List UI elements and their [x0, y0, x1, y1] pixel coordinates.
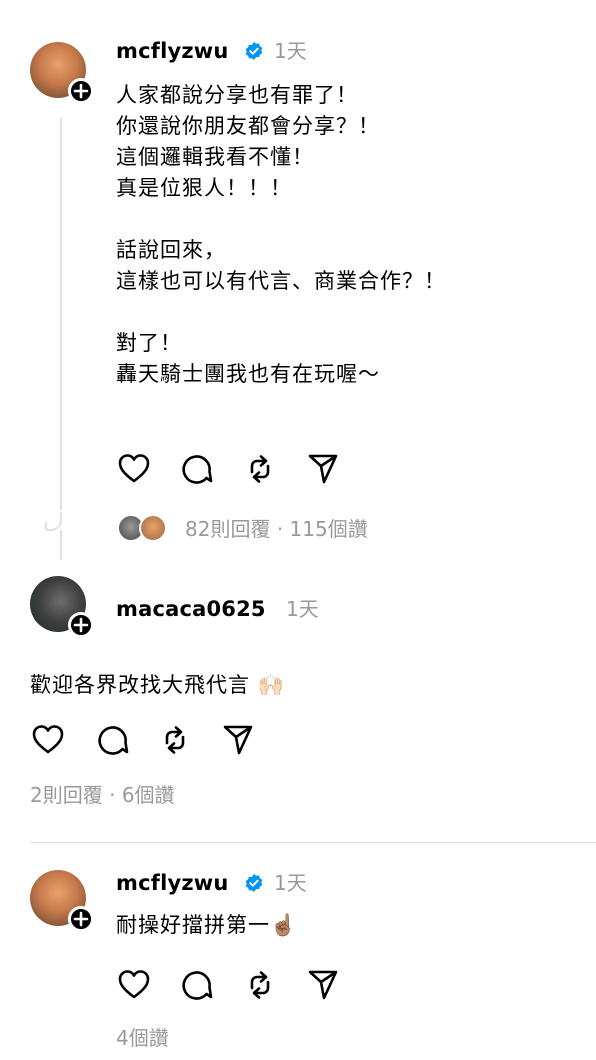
- post-time: 1天: [286, 597, 319, 621]
- like-button[interactable]: [117, 968, 151, 1002]
- reply-button[interactable]: [96, 723, 130, 757]
- follow-plus-button[interactable]: [68, 906, 94, 932]
- avatar: [139, 514, 167, 542]
- post-body: 人家都說分享也有罪了！ 你還說你朋友都會分享？！ 這個邏輯我看不懂！ 真是位狠人…: [116, 83, 446, 386]
- post-stats: 82則回覆 · 115個讚: [185, 516, 368, 542]
- like-button[interactable]: [31, 723, 65, 757]
- reply-button[interactable]: [180, 968, 214, 1002]
- share-button[interactable]: [221, 723, 255, 757]
- like-count[interactable]: 115個讚: [290, 517, 368, 541]
- share-button[interactable]: [306, 968, 340, 1002]
- plus-icon: [73, 617, 89, 633]
- divider: [30, 842, 596, 843]
- follow-plus-button[interactable]: [68, 78, 94, 104]
- share-button[interactable]: [306, 452, 340, 486]
- plus-icon: [73, 911, 89, 927]
- post-body: 耐操好擋拼第一☝🏽: [116, 913, 298, 937]
- reply-count[interactable]: 82則回覆: [185, 517, 270, 541]
- plus-icon: [73, 83, 89, 99]
- repost-button[interactable]: [158, 723, 192, 757]
- like-button[interactable]: [117, 452, 151, 486]
- post-body: 歡迎各界改找大飛代言 🙌🏻: [30, 673, 285, 697]
- like-count[interactable]: 6個讚: [122, 783, 175, 807]
- thread-line: [60, 118, 62, 510]
- thread-line: [60, 530, 62, 560]
- reply-count[interactable]: 2則回覆: [30, 783, 103, 807]
- verified-badge-icon: [244, 873, 264, 893]
- post-time: 1天: [274, 871, 307, 895]
- repost-button[interactable]: [243, 452, 277, 486]
- follow-plus-button[interactable]: [68, 612, 94, 638]
- username[interactable]: macaca0625: [116, 596, 266, 622]
- repost-button[interactable]: [243, 968, 277, 1002]
- reply-button[interactable]: [180, 452, 214, 486]
- like-count[interactable]: 4個讚: [116, 1025, 169, 1051]
- separator-dot: ·: [109, 783, 116, 807]
- separator-dot: ·: [276, 517, 284, 541]
- verified-badge-icon: [244, 41, 264, 61]
- username[interactable]: mcflyzwu: [116, 870, 229, 896]
- username[interactable]: mcflyzwu: [116, 38, 229, 64]
- replier-avatars[interactable]: [117, 513, 173, 543]
- post-time: 1天: [274, 39, 307, 63]
- post-stats: 2則回覆 · 6個讚: [30, 782, 175, 808]
